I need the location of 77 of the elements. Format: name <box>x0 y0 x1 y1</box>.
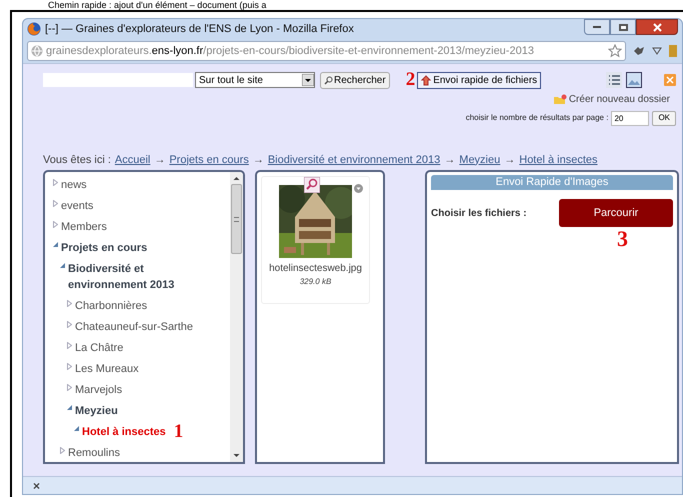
new-folder-icon <box>552 94 567 104</box>
tree-item[interactable]: Les Mureaux <box>75 361 139 377</box>
file-size: 329.0 kB <box>300 276 332 288</box>
tree-item[interactable]: Hotel à insectes <box>82 424 166 440</box>
collapsed-arrow-icon[interactable] <box>60 447 65 454</box>
breadcrumb-link[interactable]: Meyzieu <box>459 152 500 168</box>
scope-dropdown[interactable]: Sur tout le site <box>195 72 315 88</box>
tree-item[interactable]: Chateauneuf-sur-Sarthe <box>75 319 194 335</box>
tree-item[interactable]: news <box>61 177 87 193</box>
expanded-arrow-icon[interactable] <box>74 426 79 431</box>
document-heading: Chemin rapide : ajout d'un élément – document (puis a <box>48 0 266 10</box>
close-icon <box>652 22 662 32</box>
tree-item[interactable]: Charbonnières <box>75 298 148 314</box>
image-view-icon[interactable] <box>626 72 642 88</box>
close-button[interactable] <box>636 19 678 35</box>
tree-item[interactable]: Meyzieu <box>75 403 118 419</box>
collapsed-arrow-icon[interactable] <box>67 300 72 307</box>
star-icon[interactable] <box>608 44 622 58</box>
breadcrumb-label: Vous êtes ici : <box>43 152 111 168</box>
browser-logo-icon <box>27 22 41 36</box>
collapsed-arrow-icon[interactable] <box>53 179 58 186</box>
url-text: grainesdexplorateurs.ens-lyon.fr/projets-en-cours/biodiversite-et-environnement-2013/meyzieu-2013 <box>46 44 535 59</box>
bookmark-icon[interactable] <box>668 44 678 58</box>
breadcrumb-link[interactable]: Hotel à insectes <box>519 152 598 168</box>
expanded-arrow-icon[interactable] <box>53 242 58 247</box>
breadcrumb-separator: → <box>154 152 166 168</box>
collapsed-arrow-icon[interactable] <box>67 342 72 349</box>
options-icon[interactable] <box>354 184 363 193</box>
scrollbar[interactable] <box>230 172 243 462</box>
tree-item[interactable]: Biodiversité et environnement 2013 <box>68 261 218 293</box>
breadcrumb-separator: → <box>252 152 264 168</box>
search-button[interactable]: Rechercher <box>320 72 390 88</box>
tree-item[interactable]: Marvejols <box>75 382 122 398</box>
file-name: hotelinsectesweb.jpg <box>269 262 362 276</box>
breadcrumb-link[interactable]: Accueil <box>114 152 150 168</box>
breadcrumb-link[interactable]: Biodiversité et environnement 2013 <box>268 152 440 168</box>
breadcrumb-separator: → <box>504 152 516 168</box>
close-icon[interactable] <box>664 74 676 86</box>
collapsed-arrow-icon[interactable] <box>53 200 58 207</box>
breadcrumb-separator: → <box>444 152 456 168</box>
expanded-arrow-icon[interactable] <box>60 263 65 268</box>
maximize-button[interactable] <box>610 19 636 35</box>
list-view-icon[interactable] <box>606 72 622 88</box>
annotation-number: 1 <box>174 424 184 440</box>
minimize-button[interactable] <box>584 19 610 35</box>
annotation-number: 3 <box>617 227 628 251</box>
panel-title: Envoi Rapide d'Images <box>431 175 673 190</box>
breadcrumb-link[interactable]: Projets en cours <box>169 152 249 168</box>
tree-item[interactable]: Projets en cours <box>61 240 148 256</box>
dropdown-icon[interactable] <box>652 47 662 55</box>
file-card[interactable]: hotelinsectesweb.jpg 329.0 kB <box>261 176 370 304</box>
tree-item[interactable]: Remoulins <box>68 445 120 461</box>
globe-icon <box>31 45 43 57</box>
browse-button[interactable]: Parcourir <box>559 199 673 227</box>
search-icon <box>324 76 333 84</box>
tree-item[interactable]: La Châtre <box>75 340 124 356</box>
expanded-arrow-icon[interactable] <box>67 405 72 410</box>
close-bar-button[interactable]: × <box>33 476 40 494</box>
search-field[interactable] <box>43 73 193 87</box>
tree-item[interactable]: events <box>61 198 94 214</box>
window-title: [--] — Graines d'explorateurs de l'ENS de Lyon - Mozilla Firefox <box>45 22 354 37</box>
results-field[interactable]: 20 <box>611 110 650 126</box>
annotation-number: 2 <box>406 71 416 89</box>
tree-item[interactable]: Members <box>61 219 107 235</box>
collapsed-arrow-icon[interactable] <box>53 221 58 228</box>
upload-button[interactable]: Envoi rapide de fichiers <box>417 72 542 88</box>
results-label: choisir le nombre de résultats par page : <box>466 112 608 124</box>
collapsed-arrow-icon[interactable] <box>67 321 72 328</box>
collapsed-arrow-icon[interactable] <box>67 384 72 391</box>
files-label: Choisir les fichiers : <box>431 206 527 220</box>
zoom-icon[interactable] <box>304 177 320 193</box>
dropdown-arrow-icon <box>302 74 314 86</box>
new-folder-link[interactable]: Créer nouveau dossier <box>568 92 670 106</box>
address-field[interactable]: grainesdexplorateurs.ens-lyon.fr/projets-en-cours/biodiversite-et-environnement-2013/meyzieu-2013 <box>27 41 626 61</box>
upload-arrow-icon <box>421 74 432 86</box>
collapsed-arrow-icon[interactable] <box>67 363 72 370</box>
ok-button[interactable]: OK <box>652 110 676 126</box>
